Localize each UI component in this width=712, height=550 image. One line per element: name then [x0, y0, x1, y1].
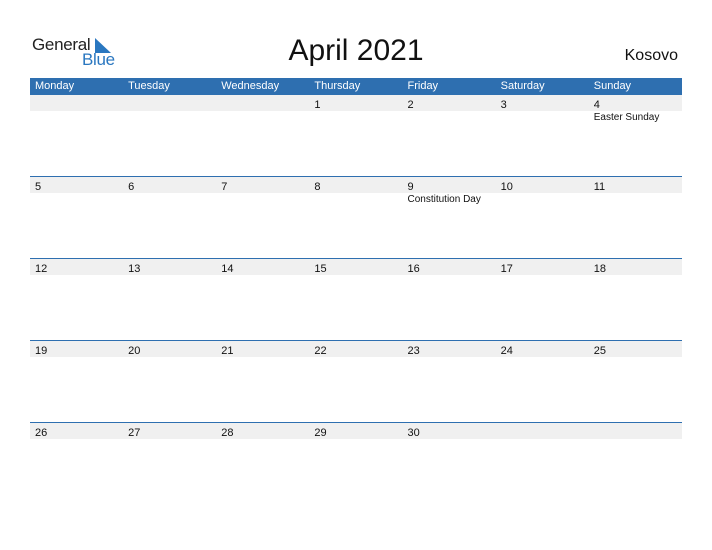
day-number: 11 — [593, 181, 606, 193]
day-number: 30 — [407, 427, 420, 439]
day-cell: 17 — [496, 259, 589, 275]
day-cell — [216, 95, 309, 111]
day-cell: 19 — [30, 341, 123, 357]
day-cell: 12 — [30, 259, 123, 275]
day-cell: 13 — [123, 259, 216, 275]
day-number: 14 — [221, 263, 234, 275]
week-row: 12 13 14 15 16 17 18 — [30, 258, 682, 340]
day-cell: 23 — [403, 341, 496, 357]
day-cell: 14 — [216, 259, 309, 275]
day-number: 1 — [314, 99, 321, 111]
week-row: 1 2 3 4 Easter Sunday — [30, 95, 682, 176]
calendar-title: April 2021 — [288, 34, 424, 67]
day-number: 28 — [221, 427, 234, 439]
day-number: 26 — [35, 427, 48, 439]
day-number: 24 — [500, 345, 513, 357]
day-cell: 2 — [403, 95, 496, 111]
day-cell: 28 — [216, 423, 309, 439]
day-number: 4 — [593, 99, 600, 111]
day-cell: 25 — [589, 341, 682, 357]
day-number: 29 — [314, 427, 327, 439]
day-cell — [496, 423, 589, 439]
weekday-sunday: Sunday — [593, 80, 632, 92]
day-number: 2 — [407, 99, 414, 111]
date-strip: 1 2 3 4 Easter Sunday — [30, 95, 682, 123]
day-cell — [123, 95, 216, 111]
day-cell: 7 — [216, 177, 309, 193]
day-cell: 18 — [589, 259, 682, 275]
day-cell: 11 — [589, 177, 682, 193]
day-number: 7 — [221, 181, 228, 193]
day-cell: 21 — [216, 341, 309, 357]
day-cell: 4 Easter Sunday — [589, 95, 682, 123]
weekday-tuesday: Tuesday — [128, 80, 170, 92]
day-cell — [589, 423, 682, 439]
day-number: 23 — [407, 345, 420, 357]
day-number: 25 — [593, 345, 606, 357]
day-number: 9 — [407, 181, 414, 193]
day-number: 27 — [128, 427, 141, 439]
weekday-friday: Friday — [407, 80, 439, 92]
day-number: 13 — [128, 263, 141, 275]
weekday-monday: Monday — [35, 80, 75, 92]
date-strip: 12 13 14 15 16 17 18 — [30, 259, 682, 275]
week-row: 5 6 7 8 9 Constitution Day 10 11 — [30, 176, 682, 258]
day-number: 18 — [593, 263, 606, 275]
day-number: 16 — [407, 263, 420, 275]
day-cell — [30, 95, 123, 111]
day-cell: 20 — [123, 341, 216, 357]
day-cell: 24 — [496, 341, 589, 357]
holiday-label: Easter Sunday — [593, 112, 660, 123]
week-row: 26 27 28 29 30 — [30, 422, 682, 504]
day-cell: 30 — [403, 423, 496, 439]
day-cell: 10 — [496, 177, 589, 193]
day-number: 6 — [128, 181, 135, 193]
day-number: 5 — [35, 181, 42, 193]
day-number: 15 — [314, 263, 327, 275]
weekday-saturday: Saturday — [500, 80, 545, 92]
day-cell: 9 Constitution Day — [403, 177, 496, 205]
day-cell: 22 — [309, 341, 402, 357]
day-number: 10 — [500, 181, 513, 193]
day-cell: 29 — [309, 423, 402, 439]
day-cell: 6 — [123, 177, 216, 193]
day-cell: 5 — [30, 177, 123, 193]
day-number: 8 — [314, 181, 321, 193]
week-row: 19 20 21 22 23 24 25 — [30, 340, 682, 422]
country-label: Kosovo — [624, 47, 678, 64]
day-cell: 27 — [123, 423, 216, 439]
calendar-grid: Monday Tuesday Wednesday Thursday Friday Satu… — [30, 78, 682, 504]
day-number: 3 — [500, 99, 507, 111]
day-number: 17 — [500, 263, 513, 275]
day-cell: 1 — [309, 95, 402, 111]
day-cell: 3 — [496, 95, 589, 111]
date-strip: 26 27 28 29 30 — [30, 423, 682, 439]
day-cell: 16 — [403, 259, 496, 275]
day-cell: 8 — [309, 177, 402, 193]
holiday-label: Constitution Day — [407, 194, 481, 205]
day-number: 21 — [221, 345, 234, 357]
day-number: 20 — [128, 345, 141, 357]
day-number: 22 — [314, 345, 327, 357]
day-number: 12 — [35, 263, 48, 275]
date-strip: 19 20 21 22 23 24 25 — [30, 341, 682, 357]
date-strip: 5 6 7 8 9 Constitution Day 10 11 — [30, 177, 682, 205]
weekday-header: Monday Tuesday Wednesday Thursday Friday Satu… — [30, 78, 682, 95]
day-cell: 26 — [30, 423, 123, 439]
day-cell: 15 — [309, 259, 402, 275]
weekday-thursday: Thursday — [314, 80, 361, 92]
weekday-wednesday: Wednesday — [221, 80, 280, 92]
day-number: 19 — [35, 345, 48, 357]
